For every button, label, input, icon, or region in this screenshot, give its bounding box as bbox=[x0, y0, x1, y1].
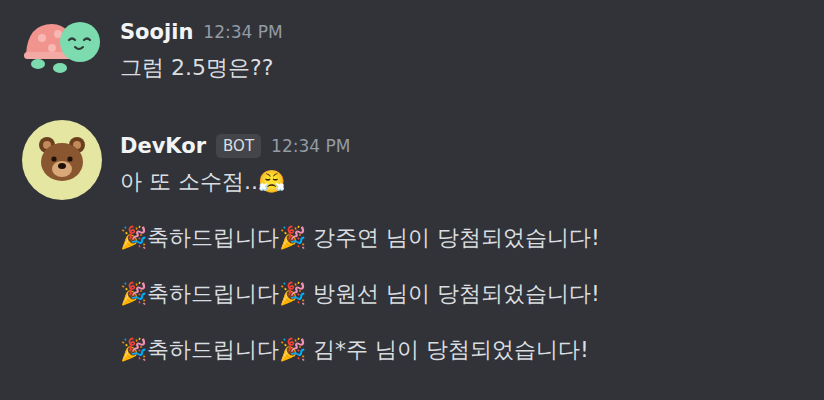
author-name[interactable]: Soojin bbox=[120, 20, 193, 44]
message-line: 🎉축하드립니다🎉 방원선 님이 당첨되었습니다! bbox=[120, 278, 600, 310]
message-time: 12:34 PM bbox=[271, 136, 350, 156]
message-header: Soojin 12:34 PM bbox=[120, 16, 283, 48]
message-line: 그럼 2.5명은?? bbox=[120, 52, 283, 84]
chat-message: Soojin 12:34 PM 그럼 2.5명은?? bbox=[22, 6, 824, 86]
avatar[interactable] bbox=[22, 6, 102, 86]
author-name[interactable]: DevKor bbox=[120, 134, 206, 158]
message-content: 아 또 소수점..😤 🎉축하드립니다🎉 강주연 님이 당첨되었습니다! 🎉축하드립니… bbox=[120, 166, 600, 366]
message-body: DevKor BOT 12:34 PM 아 또 소수점..😤 🎉축하드립니다🎉 강주연 … bbox=[120, 120, 600, 366]
chat-message: DevKor BOT 12:34 PM 아 또 소수점..😤 🎉축하드립니다🎉 강주연 … bbox=[22, 120, 824, 366]
message-line: 아 또 소수점..😤 bbox=[120, 166, 600, 198]
message-header: DevKor BOT 12:34 PM bbox=[120, 130, 600, 162]
message-time: 12:34 PM bbox=[203, 22, 282, 42]
turtle-avatar-icon bbox=[22, 6, 102, 86]
bear-avatar-icon bbox=[36, 134, 88, 186]
chat-log: Soojin 12:34 PM 그럼 2.5명은?? DevKor BOT 12:34 P… bbox=[0, 0, 824, 400]
bot-badge: BOT bbox=[216, 134, 261, 158]
avatar[interactable] bbox=[22, 120, 102, 200]
message-line: 🎉축하드립니다🎉 김*주 님이 당첨되었습니다! bbox=[120, 334, 600, 366]
message-content: 그럼 2.5명은?? bbox=[120, 52, 283, 84]
message-line: 🎉축하드립니다🎉 강주연 님이 당첨되었습니다! bbox=[120, 222, 600, 254]
message-body: Soojin 12:34 PM 그럼 2.5명은?? bbox=[120, 6, 283, 84]
